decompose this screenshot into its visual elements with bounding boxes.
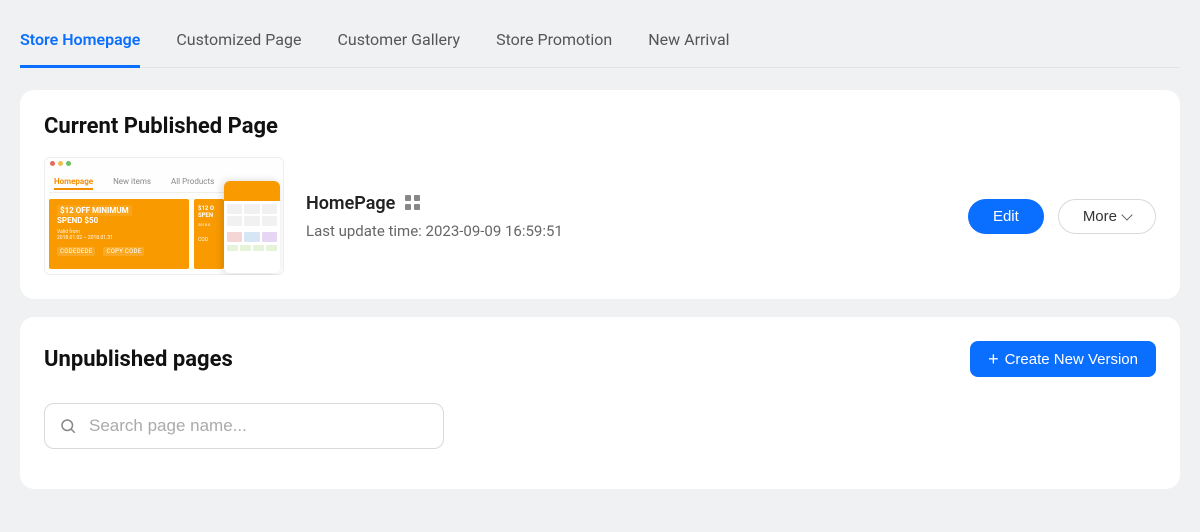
tab-customized-page[interactable]: Customized Page	[176, 30, 301, 68]
tabs: Store Homepage Customized Page Customer …	[20, 0, 1180, 68]
tab-store-promotion[interactable]: Store Promotion	[496, 30, 612, 68]
more-button[interactable]: More	[1058, 199, 1156, 234]
page-actions: Edit More	[968, 199, 1156, 234]
create-new-version-button[interactable]: + Create New Version	[970, 341, 1156, 377]
search-input[interactable]	[89, 416, 429, 436]
search-icon	[59, 417, 77, 435]
search-wrap[interactable]	[44, 403, 444, 449]
unpublished-card: Unpublished pages + Create New Version	[20, 317, 1180, 489]
page-name: HomePage	[306, 193, 395, 214]
tab-customer-gallery[interactable]: Customer Gallery	[337, 30, 460, 68]
edit-button[interactable]: Edit	[968, 199, 1044, 234]
tab-new-arrival[interactable]: New Arrival	[648, 30, 729, 68]
more-label: More	[1083, 208, 1117, 225]
plus-icon: +	[988, 350, 999, 368]
published-section-title: Current Published Page	[44, 114, 1156, 139]
published-card: Current Published Page Homepage New item…	[20, 90, 1180, 299]
page-info: HomePage Last update time: 2023-09-09 16…	[306, 193, 946, 240]
grid-icon[interactable]	[405, 195, 421, 211]
last-update: Last update time: 2023-09-09 16:59:51	[306, 222, 946, 240]
tab-store-homepage[interactable]: Store Homepage	[20, 30, 140, 68]
page-thumbnail[interactable]: Homepage New items All Products $12 OFF …	[44, 157, 284, 275]
chevron-down-icon	[1121, 209, 1132, 220]
unpublished-section-title: Unpublished pages	[44, 347, 233, 372]
create-label: Create New Version	[1005, 351, 1138, 368]
